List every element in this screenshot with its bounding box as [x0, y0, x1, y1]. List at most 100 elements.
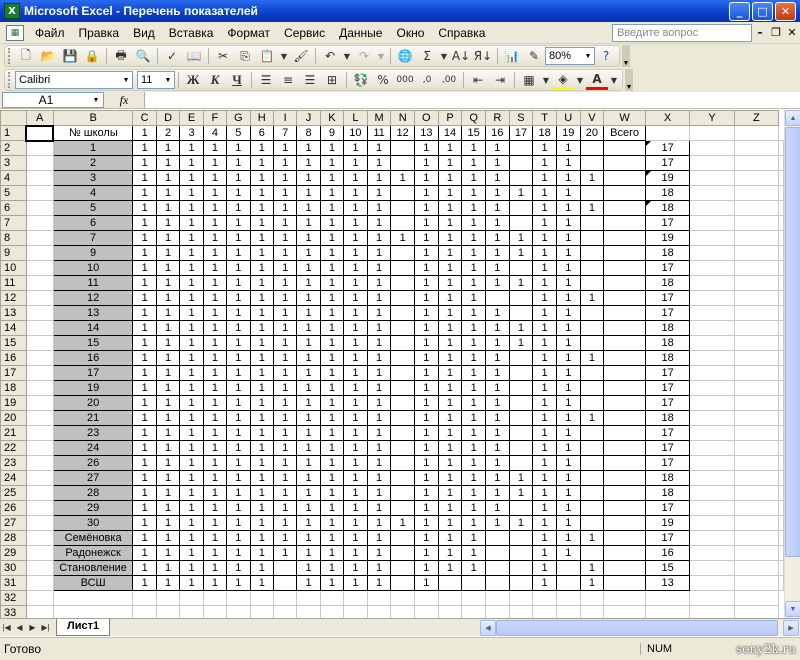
value-cell[interactable] [603, 275, 646, 291]
header-cell[interactable] [733, 125, 780, 141]
align-center-icon[interactable]: ≡ [277, 70, 299, 90]
value-cell[interactable]: 1 [343, 245, 368, 261]
value-cell[interactable]: 1 [179, 530, 204, 546]
value-cell[interactable]: 1 [226, 230, 251, 246]
insert-function-icon[interactable]: fx [104, 93, 144, 108]
value-cell[interactable]: 1 [366, 320, 392, 336]
value-cell[interactable]: 1 [319, 275, 345, 291]
value-cell[interactable]: 1 [508, 320, 534, 336]
value-cell[interactable]: 1 [366, 260, 392, 276]
value-cell[interactable] [390, 335, 415, 351]
column-header[interactable]: D [155, 110, 181, 126]
value-cell[interactable]: 1 [202, 560, 228, 576]
value-cell[interactable]: 1 [343, 440, 368, 456]
value-cell[interactable]: 1 [555, 425, 581, 441]
value-cell[interactable]: 1 [296, 395, 321, 411]
value-cell[interactable]: 1 [249, 560, 274, 576]
value-cell[interactable]: 1 [272, 140, 298, 156]
value-cell[interactable] [603, 500, 646, 516]
value-cell[interactable]: 1 [249, 515, 274, 531]
value-cell[interactable]: 1 [555, 500, 581, 516]
value-cell[interactable]: 1 [555, 155, 581, 171]
value-cell[interactable]: 1 [179, 560, 204, 576]
value-cell[interactable]: 1 [484, 515, 510, 531]
cell[interactable] [689, 320, 735, 336]
value-cell[interactable]: 1 [226, 155, 251, 171]
value-cell[interactable]: 1 [437, 350, 463, 366]
cell[interactable] [778, 170, 784, 186]
school-cell[interactable]: 19 [52, 380, 134, 396]
cell[interactable] [689, 185, 735, 201]
header-cell[interactable]: № школы [52, 125, 134, 141]
value-cell[interactable] [508, 215, 534, 231]
value-cell[interactable]: 1 [343, 515, 368, 531]
chart-wizard-icon[interactable]: 📊 [501, 46, 523, 66]
cell[interactable] [689, 260, 735, 276]
cell[interactable] [25, 320, 54, 336]
column-header[interactable]: Y [689, 110, 735, 126]
value-cell[interactable]: 1 [437, 395, 463, 411]
column-header[interactable]: U [555, 110, 581, 126]
value-cell[interactable]: 1 [414, 185, 439, 201]
drawing-icon[interactable]: ✎ [523, 46, 545, 66]
cell[interactable] [733, 365, 780, 381]
cell[interactable] [689, 575, 735, 591]
total-cell[interactable]: 17 [644, 395, 691, 411]
value-cell[interactable]: 1 [555, 470, 581, 486]
value-cell[interactable]: 1 [132, 185, 157, 201]
value-cell[interactable] [603, 560, 646, 576]
cell[interactable] [778, 575, 784, 591]
value-cell[interactable]: 1 [437, 170, 463, 186]
value-cell[interactable]: 1 [484, 455, 510, 471]
header-cell[interactable]: 2 [155, 125, 181, 141]
scroll-left-icon[interactable]: ◀ [480, 619, 496, 636]
menu-item-5[interactable]: Сервис [277, 23, 332, 43]
value-cell[interactable]: 1 [343, 365, 368, 381]
value-cell[interactable]: 1 [390, 170, 415, 186]
total-cell[interactable]: 17 [644, 380, 691, 396]
total-cell[interactable]: 16 [644, 545, 691, 561]
font-color-icon[interactable]: A [586, 70, 608, 90]
value-cell[interactable] [390, 455, 415, 471]
cell[interactable] [155, 590, 181, 606]
column-header[interactable]: O [414, 110, 439, 126]
value-cell[interactable]: 1 [484, 350, 510, 366]
value-cell[interactable]: 1 [484, 395, 510, 411]
font-color-dropdown-icon[interactable]: ▼ [608, 70, 620, 90]
percent-button[interactable]: % [372, 70, 394, 90]
value-cell[interactable]: 1 [132, 545, 157, 561]
value-cell[interactable]: 1 [155, 365, 181, 381]
cell[interactable] [778, 335, 784, 351]
align-left-icon[interactable]: ☰ [255, 70, 277, 90]
toolbar-grip[interactable] [8, 48, 12, 64]
value-cell[interactable]: 1 [532, 575, 557, 591]
value-cell[interactable]: 1 [272, 200, 298, 216]
value-cell[interactable]: 1 [319, 140, 345, 156]
total-cell[interactable]: 17 [644, 140, 691, 156]
value-cell[interactable]: 1 [555, 290, 581, 306]
horizontal-scrollbar[interactable]: ◀ ▶ [480, 619, 800, 636]
cell[interactable] [390, 605, 415, 618]
value-cell[interactable] [603, 380, 646, 396]
value-cell[interactable]: 1 [226, 350, 251, 366]
value-cell[interactable]: 1 [296, 380, 321, 396]
value-cell[interactable]: 1 [461, 500, 486, 516]
cell[interactable] [778, 410, 784, 426]
column-header[interactable]: S [508, 110, 534, 126]
row-header[interactable]: 28 [0, 530, 27, 546]
cell[interactable] [319, 605, 345, 618]
value-cell[interactable]: 1 [155, 530, 181, 546]
chevron-down-icon[interactable]: ▼ [89, 97, 103, 104]
value-cell[interactable]: 1 [272, 335, 298, 351]
value-cell[interactable]: 1 [532, 320, 557, 336]
value-cell[interactable]: 1 [179, 305, 204, 321]
value-cell[interactable] [603, 335, 646, 351]
value-cell[interactable]: 1 [132, 530, 157, 546]
value-cell[interactable]: 1 [461, 485, 486, 501]
value-cell[interactable] [579, 230, 605, 246]
cell[interactable] [461, 590, 486, 606]
value-cell[interactable]: 1 [226, 365, 251, 381]
value-cell[interactable]: 1 [249, 260, 274, 276]
value-cell[interactable]: 1 [319, 395, 345, 411]
spelling-icon[interactable]: ✓ [161, 46, 183, 66]
